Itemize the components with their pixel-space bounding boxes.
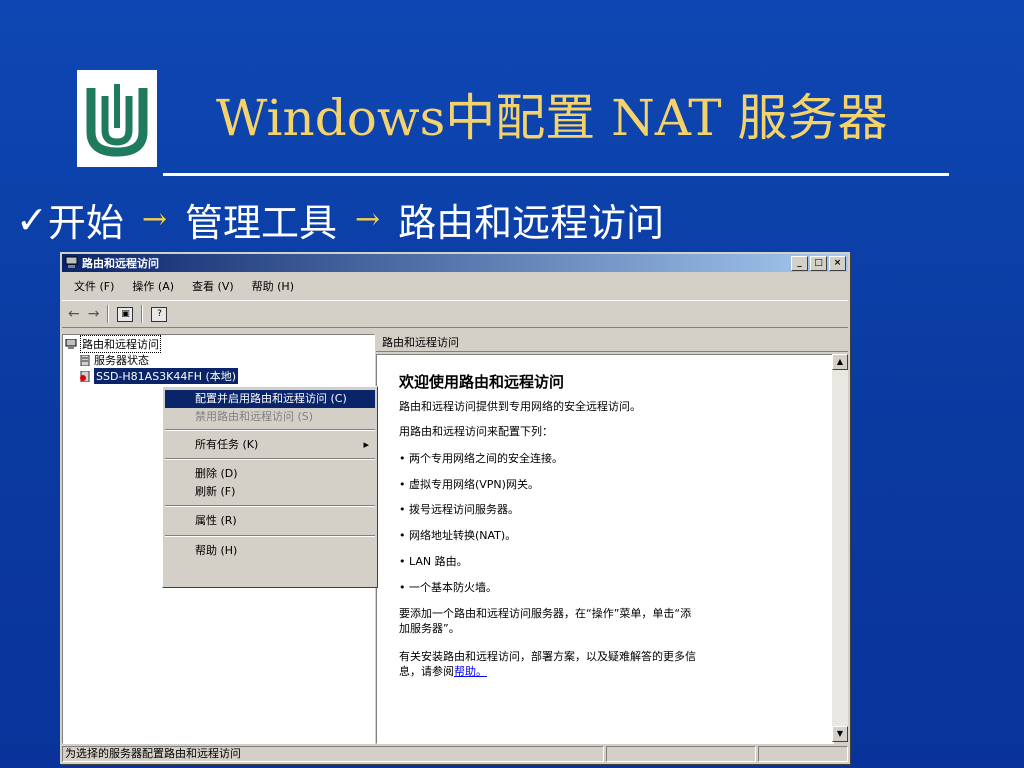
detail-text: 息，请参阅	[399, 665, 454, 678]
menu-item-configure-enable[interactable]: 配置并启用路由和远程访问 (C)	[165, 390, 375, 408]
rras-window: 路由和远程访问 _ □ × 文件 (F) 操作 (A) 查看 (V) 帮助 (H…	[60, 252, 850, 764]
tree-root-label: 路由和远程访问	[80, 335, 161, 353]
detail-bullet: • 拨号远程访问服务器。	[399, 503, 519, 516]
detail-bullet: • LAN 路由。	[399, 555, 468, 568]
menu-item-properties[interactable]: 属性 (R)	[165, 512, 375, 530]
submenu-arrow-icon: ▸	[363, 438, 369, 451]
menu-separator	[165, 429, 375, 431]
forward-icon[interactable]: →	[88, 306, 100, 322]
arrow-icon: →	[355, 202, 381, 237]
detail-bullet: • 一个基本防火墙。	[399, 581, 497, 594]
menu-file[interactable]: 文件 (F)	[74, 278, 114, 294]
toolbar-separator	[107, 305, 110, 323]
detail-paragraph: 息，请参阅帮助。	[399, 663, 487, 679]
status-bar: 为选择的服务器配置路由和远程访问	[62, 746, 848, 762]
help-link[interactable]: 帮助。	[454, 665, 487, 678]
menu-item-delete[interactable]: 删除 (D)	[165, 465, 375, 483]
toolbar-separator	[141, 305, 144, 323]
scroll-up-icon[interactable]: ▲	[832, 354, 848, 370]
status-panel	[758, 746, 848, 762]
detail-line: 用路由和远程访问来配置下列：	[399, 425, 553, 438]
menu-help[interactable]: 帮助 (H)	[252, 278, 294, 294]
toolbar: ← → ▣ ?	[62, 300, 848, 328]
detail-paragraph: 加服务器”。	[399, 622, 460, 635]
step-rras: 路由和远程访问	[398, 201, 665, 245]
server-icon	[80, 354, 90, 366]
logo	[77, 70, 157, 167]
menu-separator	[165, 535, 375, 537]
window-titlebar[interactable]: 路由和远程访问 _ □ ×	[62, 254, 848, 272]
detail-bullet: • 虚拟专用网络(VPN)网关。	[399, 478, 539, 491]
check-icon: ✓	[16, 197, 48, 242]
detail-bullet: • 网络地址转换(NAT)。	[399, 529, 517, 542]
tree-item-server-status[interactable]: 服务器状态	[79, 353, 149, 367]
vertical-scrollbar[interactable]: ▲ ▼	[832, 354, 848, 742]
detail-pane: 欢迎使用路由和远程访问 路由和远程访问提供到专用网络的安全远程访问。 用路由和远…	[376, 354, 834, 744]
menu-item-disable: 禁用路由和远程访问 (S)	[195, 410, 314, 423]
status-text: 为选择的服务器配置路由和远程访问	[62, 746, 604, 762]
detail-paragraph: 有关安装路由和远程访问，部署方案，以及疑难解答的更多信	[399, 650, 696, 663]
maximize-button[interactable]: □	[810, 256, 827, 271]
minimize-button[interactable]: _	[791, 256, 808, 271]
tree-item-local-server[interactable]: SSD-H81AS3K44FH (本地)	[79, 368, 239, 384]
computer-icon	[65, 338, 77, 349]
detail-paragraph: 要添加一个路由和远程访问服务器，在“操作”菜单，单击“添	[399, 607, 692, 620]
menu-bar: 文件 (F) 操作 (A) 查看 (V) 帮助 (H)	[62, 276, 848, 296]
slide-title: Windows中配置 NAT 服务器	[216, 89, 888, 147]
tree-root[interactable]: 路由和远程访问	[65, 335, 161, 353]
window-title: 路由和远程访问	[82, 257, 159, 270]
server-stopped-icon	[80, 370, 90, 382]
menu-item-help[interactable]: 帮助 (H)	[165, 542, 375, 560]
context-menu: 配置并启用路由和远程访问 (C) 禁用路由和远程访问 (S) 所有任务 (K) …	[162, 386, 378, 588]
slide-subtitle: ✓ 开始 → 管理工具 → 路由和远程访问	[16, 192, 664, 247]
help-icon[interactable]: ?	[151, 306, 168, 322]
app-icon	[65, 256, 78, 268]
detail-header: 路由和远程访问	[376, 334, 848, 352]
menu-separator	[165, 458, 375, 460]
close-button[interactable]: ×	[829, 256, 846, 271]
step-start: 开始	[47, 201, 124, 245]
title-divider	[163, 173, 949, 176]
tree-item-label-selected: SSD-H81AS3K44FH (本地)	[94, 368, 239, 384]
step-admin-tools: 管理工具	[185, 201, 338, 245]
menu-separator	[165, 505, 375, 507]
scroll-down-icon[interactable]: ▼	[832, 726, 848, 742]
menu-view[interactable]: 查看 (V)	[192, 278, 234, 294]
menu-item-all-tasks[interactable]: 所有任务 (K) ▸	[165, 436, 375, 454]
menu-item-refresh[interactable]: 刷新 (F)	[165, 483, 375, 501]
status-panel	[606, 746, 756, 762]
detail-bullet: • 两个专用网络之间的安全连接。	[399, 452, 563, 465]
show-hide-tree-icon[interactable]: ▣	[117, 306, 134, 322]
menu-item-label: 所有任务 (K)	[195, 438, 259, 451]
welcome-heading: 欢迎使用路由和远程访问	[399, 373, 565, 391]
arrow-icon: →	[141, 202, 167, 237]
detail-line: 路由和远程访问提供到专用网络的安全远程访问。	[399, 400, 641, 413]
back-icon[interactable]: ←	[68, 306, 80, 322]
tree-item-label: 服务器状态	[94, 354, 149, 367]
menu-action[interactable]: 操作 (A)	[132, 278, 174, 294]
